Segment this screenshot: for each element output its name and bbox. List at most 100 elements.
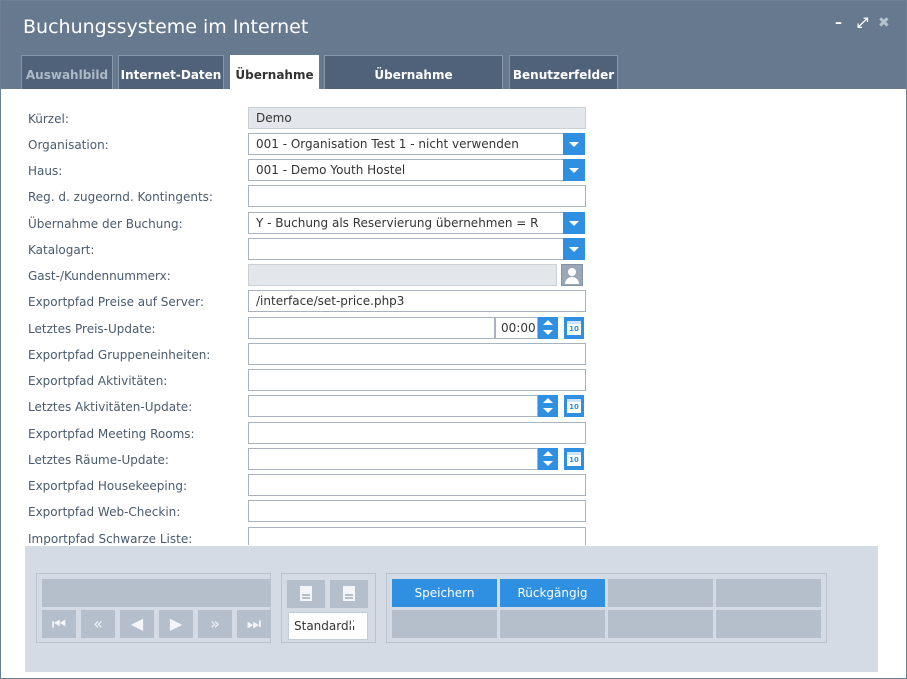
customer-lookup-icon[interactable] (561, 264, 583, 286)
exportpfad-gruppen-label: Exportpfad Gruppeneinheiten: (28, 348, 211, 362)
row-exportpfad-preise: Exportpfad Preise auf Server: /interface… (1, 290, 906, 316)
uebernahme-buchung-dropdown-icon[interactable] (563, 212, 585, 234)
uebernahme-buchung-label: Übernahme der Buchung: (28, 217, 183, 231)
tab-internet-daten[interactable]: Internet-Daten (118, 55, 224, 89)
action-slot-4 (716, 579, 821, 607)
row-exportpfad-meeting: Exportpfad Meeting Rooms: (1, 422, 906, 448)
customer-lookup-icon-head (568, 268, 576, 276)
row-importpfad-schwarze-liste: Importpfad Schwarze Liste: (1, 527, 906, 545)
gast-kundennummer-label: Gast-/Kundennummerx: (28, 269, 171, 283)
letztes-raeume-update-label: Letztes Räume-Update: (28, 453, 169, 467)
exportpfad-meeting-input[interactable] (248, 422, 586, 444)
row-haus: Haus: 001 - Demo Youth Hostel (1, 159, 906, 185)
save-button[interactable]: Speichern (392, 579, 497, 607)
print-panel: Standardli (281, 573, 376, 643)
kuerzel-label: Kürzel: (28, 112, 69, 126)
row-exportpfad-webcheckin: Exportpfad Web-Checkin: (1, 500, 906, 526)
prev-record-button[interactable]: ◀ (120, 610, 154, 638)
aktivitaeten-update-calendar-icon[interactable]: 10 (564, 395, 584, 417)
calendar-day: 10 (569, 456, 579, 464)
row-letztes-raeume-update: Letztes Räume-Update: 10 (1, 448, 906, 474)
row-gast-kundennummer: Gast-/Kundennummerx: (1, 264, 906, 290)
close-icon[interactable]: ✖ (878, 15, 890, 31)
record-info-field (42, 579, 270, 607)
importpfad-schwarze-liste-input[interactable] (248, 527, 586, 545)
row-uebernahme-buchung: Übernahme der Buchung: Y - Buchung als R… (1, 212, 906, 238)
undo-button[interactable]: Rückgängig (500, 579, 605, 607)
exportpfad-housekeeping-input[interactable] (248, 474, 586, 496)
row-katalogart: Katalogart: (1, 238, 906, 264)
katalogart-select[interactable] (248, 238, 564, 260)
tab-uebernahme-reservierungen[interactable]: Übernahme Reservierungen (324, 55, 503, 120)
tab-auswahlbild[interactable]: Auswahlbild (21, 55, 113, 89)
dialog-window: Buchungssysteme im Internet – ⤢ ✖ Auswah… (0, 0, 907, 679)
last-record-button[interactable]: ⏭ (237, 610, 271, 638)
prev-page-button[interactable]: « (81, 610, 115, 638)
print-icon (300, 586, 312, 601)
tab-uebernahme[interactable]: Übernahme (230, 55, 319, 89)
print-button[interactable] (287, 580, 325, 608)
haus-dropdown-icon[interactable] (563, 159, 585, 181)
exportpfad-preise-label: Exportpfad Preise auf Server: (28, 295, 204, 309)
row-exportpfad-gruppen: Exportpfad Gruppeneinheiten: (1, 343, 906, 369)
row-exportpfad-aktivitaeten: Exportpfad Aktivitäten: (1, 369, 906, 395)
document-icon (343, 586, 355, 601)
exportpfad-webcheckin-label: Exportpfad Web-Checkin: (28, 505, 181, 519)
katalogart-label: Katalogart: (28, 243, 95, 257)
preis-update-calendar-icon[interactable]: 10 (564, 317, 584, 339)
exportpfad-preise-input[interactable]: /interface/set-price.php3 (248, 290, 586, 312)
minimize-icon[interactable]: – (835, 15, 842, 31)
raeume-update-spinner-icon[interactable] (538, 448, 558, 470)
aktivitaeten-update-spinner-icon[interactable] (538, 395, 558, 417)
calendar-day: 10 (569, 403, 579, 411)
raeume-update-input[interactable] (248, 448, 538, 470)
haus-label: Haus: (28, 164, 63, 178)
exportpfad-webcheckin-input[interactable] (248, 500, 586, 522)
form-area: Kürzel: Demo Organisation: 001 - Organis… (1, 89, 906, 545)
row-letztes-aktivitaeten-update: Letztes Aktivitäten-Update: 10 (1, 395, 906, 421)
preis-update-time-spinner-icon[interactable] (538, 317, 558, 339)
customer-lookup-icon-body (565, 277, 579, 284)
action-slot-7 (608, 610, 713, 638)
uebernahme-buchung-select[interactable]: Y - Buchung als Reservierung übernehmen … (248, 212, 564, 234)
tab-benutzerfelder[interactable]: Benutzerfelder (509, 55, 618, 89)
gast-kundennummer-field (248, 264, 557, 286)
row-letztes-preis-update: Letztes Preis-Update: 00:00 10 (1, 317, 906, 343)
next-page-button[interactable]: » (198, 610, 232, 638)
action-slot-6 (500, 610, 605, 638)
window-title: Buchungssysteme im Internet (23, 16, 309, 38)
exportpfad-meeting-label: Exportpfad Meeting Rooms: (28, 427, 195, 441)
row-organisation: Organisation: 001 - Organisation Test 1 … (1, 133, 906, 159)
calendar-day: 10 (569, 325, 579, 333)
title-bar[interactable]: Buchungssysteme im Internet – ⤢ ✖ Auswah… (1, 1, 906, 120)
maximize-icon[interactable]: ⤢ (857, 15, 868, 31)
record-navigation-panel: ⏮ « ◀ ▶ » ⏭ (36, 573, 271, 643)
organisation-select[interactable]: 001 - Organisation Test 1 - nicht verwen… (248, 133, 564, 155)
row-exportpfad-housekeeping: Exportpfad Housekeeping: (1, 474, 906, 500)
row-kontingent: Reg. d. zugeornd. Kontingents: (1, 185, 906, 211)
aktivitaeten-update-input[interactable] (248, 395, 538, 417)
action-slot-8 (716, 610, 821, 638)
organisation-dropdown-icon[interactable] (563, 133, 585, 155)
haus-select[interactable]: 001 - Demo Youth Hostel (248, 159, 564, 181)
next-record-button[interactable]: ▶ (159, 610, 193, 638)
action-slot-5 (392, 610, 497, 638)
export-button[interactable] (330, 580, 368, 608)
action-panel: Speichern Rückgängig (386, 573, 827, 643)
first-record-button[interactable]: ⏮ (42, 610, 76, 638)
letztes-preis-update-label: Letztes Preis-Update: (28, 322, 156, 336)
exportpfad-aktivitaeten-input[interactable] (248, 369, 586, 391)
organisation-label: Organisation: (28, 138, 109, 152)
layout-select[interactable]: Standardli (288, 612, 368, 640)
raeume-update-calendar-icon[interactable]: 10 (564, 448, 584, 470)
letztes-aktivitaeten-update-label: Letztes Aktivitäten-Update: (28, 400, 193, 414)
kuerzel-field: Demo (248, 107, 586, 129)
chevron-up-icon[interactable] (349, 621, 359, 626)
katalogart-dropdown-icon[interactable] (563, 238, 585, 260)
kontingent-input[interactable] (248, 185, 586, 207)
preis-update-time-input[interactable]: 00:00 (495, 317, 538, 339)
preis-update-date-input[interactable] (248, 317, 495, 339)
action-slot-3 (608, 579, 713, 607)
exportpfad-gruppen-input[interactable] (248, 343, 586, 365)
row-kuerzel: Kürzel: Demo (1, 107, 906, 133)
